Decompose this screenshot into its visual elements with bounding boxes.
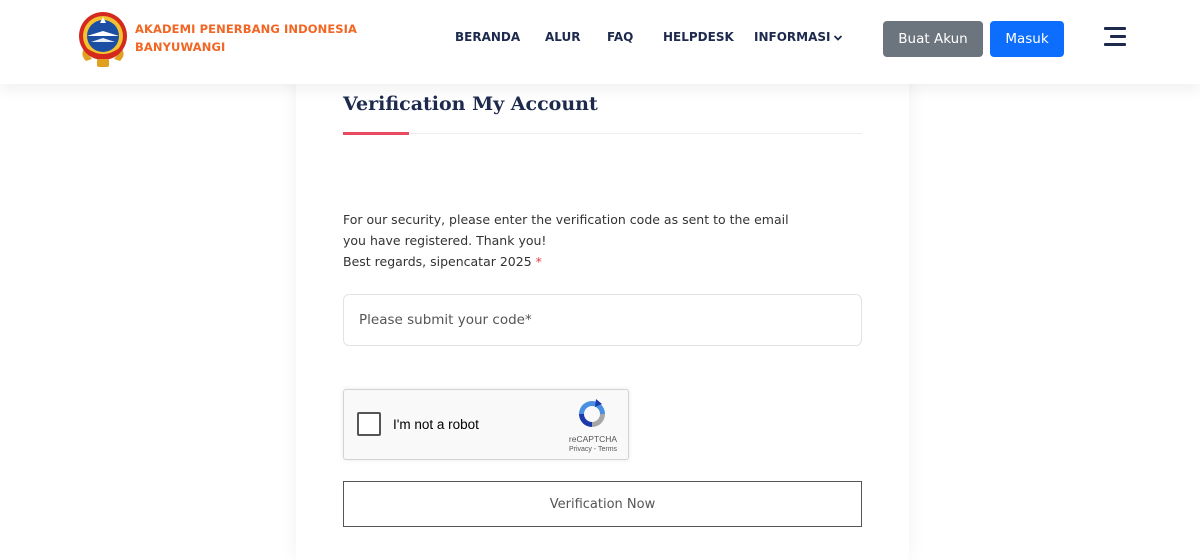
nav-informasi[interactable]: INFORMASI [754, 30, 843, 45]
register-button[interactable]: Buat Akun [883, 21, 983, 57]
signature-text: Best regards, sipencatar 2025 [343, 254, 532, 269]
instructions-line-3: Best regards, sipencatar 2025 * [343, 251, 863, 272]
title-divider [343, 133, 862, 134]
brand-line-2: BANYUWANGI [135, 40, 226, 54]
verification-submit-button[interactable]: Verification Now [343, 481, 862, 527]
recaptcha-brand: reCAPTCHA [568, 434, 618, 444]
login-button[interactable]: Masuk [990, 21, 1064, 57]
academy-emblem-icon[interactable] [76, 9, 130, 71]
nav-helpdesk[interactable]: HELPDESK [663, 30, 734, 44]
instructions-line-1: For our security, please enter the verif… [343, 212, 789, 227]
verification-instructions: For our security, please enter the verif… [343, 209, 863, 272]
recaptcha-privacy-terms-link[interactable]: Privacy - Terms [558, 446, 628, 453]
brand-line-1: AKADEMI PENERBANG INDONESIA [135, 22, 358, 36]
nav-informasi-label: INFORMASI [754, 30, 831, 44]
site-header: AKADEMI PENERBANG INDONESIA BANYUWANGI B… [0, 0, 1200, 84]
page-title: Verification My Account [343, 93, 598, 115]
required-asterisk: * [535, 254, 542, 269]
hamburger-menu-icon[interactable] [1102, 26, 1126, 46]
title-accent-bar [343, 132, 409, 135]
nav-beranda[interactable]: BERANDA [455, 30, 520, 44]
chevron-down-icon [833, 31, 843, 45]
recaptcha-logo-icon [576, 398, 608, 430]
verification-code-input[interactable] [343, 294, 862, 346]
brand-name[interactable]: AKADEMI PENERBANG INDONESIA BANYUWANGI [135, 20, 357, 56]
nav-faq[interactable]: FAQ [607, 30, 633, 44]
recaptcha-label: I'm not a robot [393, 417, 479, 432]
recaptcha-checkbox[interactable] [357, 412, 381, 436]
nav-alur[interactable]: ALUR [545, 30, 581, 44]
instructions-line-2: you have registered. Thank you! [343, 233, 547, 248]
recaptcha-widget: I'm not a robot reCAPTCHA Privacy - Term… [343, 389, 629, 460]
